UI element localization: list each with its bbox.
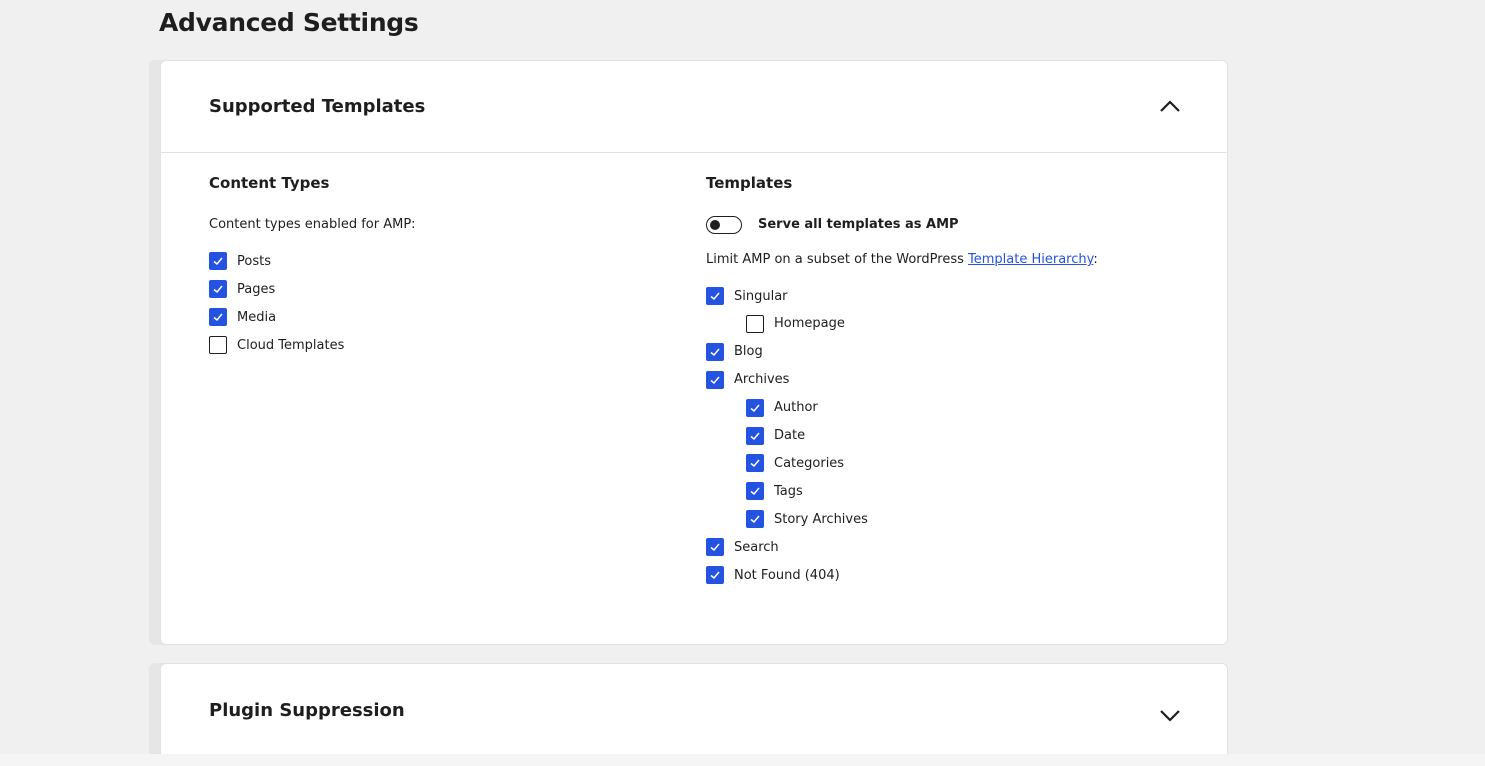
- checkbox-row[interactable]: Singular: [706, 286, 788, 306]
- checkbox[interactable]: [209, 336, 227, 354]
- plugin-suppression-title: Plugin Suppression: [209, 699, 405, 721]
- templates-title: Templates: [706, 174, 793, 192]
- checkbox-label: Singular: [734, 288, 788, 304]
- page: Advanced Settings Supported Templates Co…: [0, 0, 1485, 766]
- templates-description-prefix: Limit AMP on a subset of the WordPress: [706, 252, 969, 267]
- checkbox-row[interactable]: Cloud Templates: [209, 335, 344, 355]
- checkbox-row[interactable]: Not Found (404): [706, 565, 840, 585]
- check-icon: [710, 348, 720, 356]
- checkbox-row[interactable]: Tags: [746, 481, 803, 501]
- checkbox[interactable]: [746, 398, 764, 417]
- checkbox[interactable]: [209, 280, 227, 298]
- page-title: Advanced Settings: [159, 8, 419, 37]
- supported-templates-title: Supported Templates: [209, 96, 426, 117]
- check-icon: [213, 257, 223, 266]
- check-icon: [710, 571, 720, 580]
- check-icon: [710, 292, 720, 301]
- checkbox-row[interactable]: Posts: [209, 251, 271, 271]
- checkbox-label: Not Found (404): [734, 567, 840, 583]
- check-icon: [710, 376, 720, 384]
- checkbox-row[interactable]: Date: [746, 426, 805, 446]
- checkbox[interactable]: [706, 370, 724, 389]
- checkbox[interactable]: [706, 287, 724, 305]
- content-types-description: Content types enabled for AMP:: [209, 217, 416, 232]
- check-icon: [750, 459, 760, 468]
- check-icon: [710, 543, 720, 552]
- checkbox-label: Date: [774, 428, 806, 443]
- template-hierarchy-link[interactable]: Template Hierarchy: [968, 252, 1093, 267]
- checkbox[interactable]: [706, 342, 724, 361]
- checkbox-label: Media: [237, 309, 277, 325]
- chevron-down-icon[interactable]: [1158, 702, 1182, 726]
- checkbox[interactable]: [746, 314, 764, 333]
- checkbox-row[interactable]: Search: [706, 537, 779, 557]
- checkbox-row[interactable]: Categories: [746, 453, 844, 473]
- checkbox-label: Posts: [237, 253, 271, 269]
- chevron-up-icon[interactable]: [1158, 95, 1182, 119]
- checkbox-label: Author: [774, 400, 818, 416]
- checkbox-label: Cloud Templates: [237, 337, 345, 353]
- supported-templates-panel: Supported Templates Content Types Conten…: [160, 60, 1228, 645]
- serve-all-templates-toggle[interactable]: [706, 216, 742, 234]
- checkbox-row[interactable]: Media: [209, 307, 276, 327]
- check-icon: [750, 404, 760, 412]
- supported-templates-header[interactable]: Supported Templates: [161, 61, 1227, 153]
- check-icon: [213, 313, 223, 322]
- checkbox-row[interactable]: Pages: [209, 279, 275, 299]
- plugin-suppression-panel: Plugin Suppression: [160, 663, 1228, 763]
- check-icon: [750, 432, 760, 440]
- templates-description-suffix: :: [1093, 252, 1098, 267]
- content-types-title: Content Types: [209, 174, 330, 192]
- checkbox-label: Pages: [237, 281, 276, 297]
- checkbox-row[interactable]: Homepage: [746, 314, 845, 334]
- checkbox[interactable]: [209, 252, 227, 270]
- checkbox-label: Archives: [734, 372, 790, 388]
- checkbox-row[interactable]: Blog: [706, 342, 763, 362]
- checkbox-label: Homepage: [774, 316, 845, 332]
- templates-description: Limit AMP on a subset of the WordPress T…: [706, 252, 1098, 267]
- templates-column: Templates: [706, 174, 792, 192]
- checkbox[interactable]: [746, 426, 764, 445]
- checkbox[interactable]: [746, 454, 764, 473]
- plugin-suppression-header[interactable]: Plugin Suppression: [161, 664, 1227, 756]
- checkbox[interactable]: [706, 566, 724, 584]
- content-types-column: Content Types: [209, 174, 329, 192]
- checkbox-label: Story Archives: [774, 511, 868, 527]
- check-icon: [750, 487, 760, 496]
- checkbox-row[interactable]: Story Archives: [746, 509, 868, 529]
- serve-all-templates-label: Serve all templates as AMP: [758, 217, 959, 232]
- checkbox[interactable]: [209, 308, 227, 326]
- check-icon: [213, 285, 223, 294]
- checkbox[interactable]: [746, 510, 764, 529]
- toggle-knob: [710, 219, 720, 230]
- checkbox-label: Blog: [734, 344, 763, 360]
- checkbox-label: Categories: [774, 455, 845, 471]
- check-icon: [750, 515, 760, 524]
- checkbox[interactable]: [706, 538, 724, 557]
- checkbox-row[interactable]: Archives: [706, 370, 789, 390]
- checkbox-label: Search: [734, 539, 779, 555]
- checkbox-label: Tags: [774, 483, 803, 499]
- checkbox[interactable]: [746, 482, 764, 501]
- checkbox-row[interactable]: Author: [746, 398, 818, 418]
- bottom-edge: [0, 754, 1485, 766]
